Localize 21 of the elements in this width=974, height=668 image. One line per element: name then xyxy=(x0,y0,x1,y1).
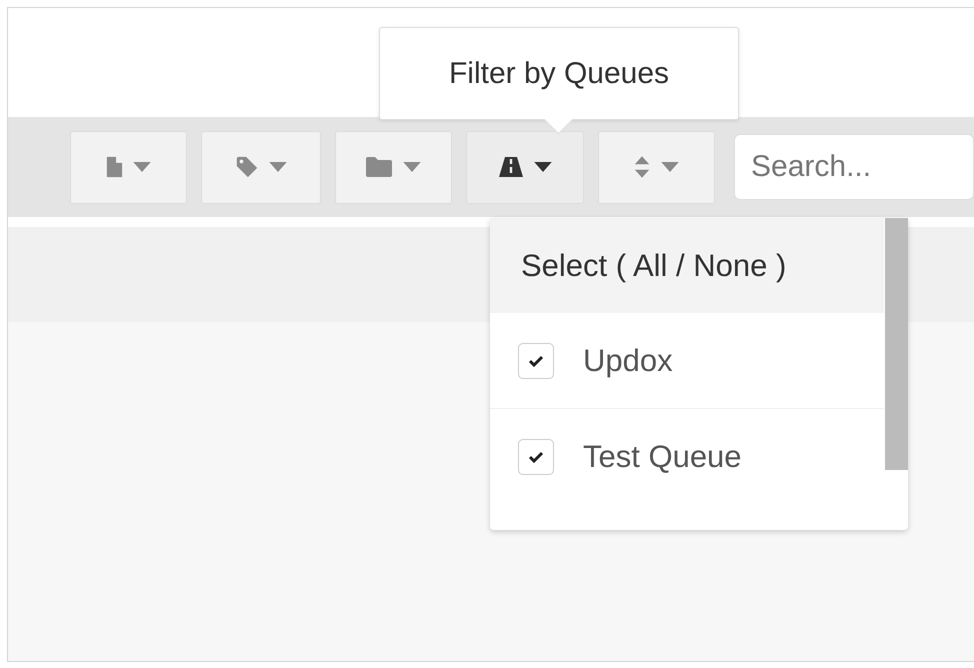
road-icon xyxy=(498,156,524,178)
search-field[interactable]: Search... xyxy=(734,134,974,200)
check-icon xyxy=(529,354,543,366)
document-icon xyxy=(106,156,124,178)
scrollbar[interactable] xyxy=(885,218,908,470)
checkbox[interactable] xyxy=(518,342,554,378)
caret-icon xyxy=(133,162,152,172)
caret-icon xyxy=(403,162,422,172)
select-all-none-item[interactable]: Select ( All / None ) xyxy=(490,218,884,313)
checkbox[interactable] xyxy=(518,439,554,475)
caret-icon xyxy=(661,162,680,172)
tooltip: Filter by Queues xyxy=(379,27,739,120)
queue-label: Updox xyxy=(583,342,673,378)
tag-icon xyxy=(235,155,260,179)
sort-icon xyxy=(633,155,652,179)
caret-icon xyxy=(269,162,288,172)
queue-label: Test Queue xyxy=(583,439,742,475)
check-icon xyxy=(529,451,543,463)
folder-icon xyxy=(365,156,394,178)
filter-dropdown-button[interactable] xyxy=(466,130,584,204)
caret-icon xyxy=(534,162,552,172)
